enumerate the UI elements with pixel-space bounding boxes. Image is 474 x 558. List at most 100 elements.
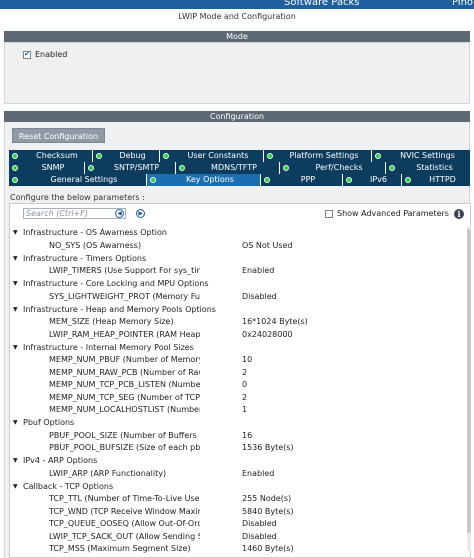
parameter-value[interactable]: Disabled [200, 532, 277, 541]
parameter-value[interactable]: 255 Node(s) [200, 494, 291, 503]
parameter-group[interactable]: ▼ Infrastructure - Core Locking and MPU O… [10, 277, 465, 290]
parameter-row[interactable]: MEM_SIZE (Heap Memory Size) 16*1024 Byte(… [10, 316, 465, 329]
parameter-value[interactable]: 2 [200, 393, 247, 402]
parameter-value[interactable]: Disabled [200, 292, 277, 301]
tab-key-options[interactable]: Key Options [147, 174, 261, 186]
parameter-group-title: IPv4 - ARP Options [23, 456, 98, 465]
parameter-group[interactable]: ▼ Infrastructure - OS Awarness Option [10, 226, 465, 239]
tab-platform-settings[interactable]: Platform Settings [264, 150, 372, 162]
parameter-name: LWIP_TIMERS (Use Support For sys_timeout… [49, 266, 200, 276]
reset-configuration-button[interactable]: Reset Configuration [12, 128, 105, 143]
parameter-row[interactable]: LWIP_TIMERS (Use Support For sys_timeout… [10, 265, 465, 278]
expand-arrow-icon[interactable]: ▼ [13, 483, 19, 490]
parameter-group[interactable]: ▼ Pbuf Options [10, 416, 465, 429]
parameter-row[interactable]: TCP_MSS (Maximum Segment Size) 1460 Byte(… [10, 543, 465, 556]
parameter-name: MEMP_NUM_TCP_SEG (Number of TCP Segm... [49, 392, 200, 402]
parameter-value[interactable]: 10 [200, 355, 252, 364]
parameter-name: MEMP_NUM_TCP_PCB_LISTEN (Number of Lis..… [49, 380, 200, 390]
tab-nvic-settings[interactable]: NVIC Settings [372, 150, 471, 162]
parameter-name: LWIP_ARP (ARP Functionality) [49, 468, 167, 478]
tab-mdns-tftp[interactable]: MDNS/TFTP [176, 162, 280, 174]
expand-arrow-icon[interactable]: ▼ [13, 255, 19, 262]
search-input[interactable] [23, 208, 126, 219]
tab-sntp-smtp[interactable]: SNTP/SMTP [85, 162, 176, 174]
parameter-name: MEMP_NUM_LOCALHOSTLIST (Number of Hos... [49, 405, 200, 415]
enabled-label: Enabled [35, 50, 68, 59]
tab-httpd[interactable]: HTTPD [402, 174, 471, 186]
parameter-name: LWIP_TCP_SACK_OUT (Allow Sending Selecti… [49, 531, 200, 541]
tab-row-2: SNMP SNTP/SMTP MDNS/TFTP Perf/Checks Sta… [9, 162, 471, 174]
expand-arrow-icon[interactable]: ▼ [13, 419, 19, 426]
enabled-row[interactable]: ✔ Enabled [23, 50, 67, 59]
parameter-row[interactable]: MEMP_NUM_PBUF (Number of Memory Pool st.… [10, 354, 465, 367]
expand-arrow-icon[interactable]: ▼ [13, 280, 19, 287]
parameter-value[interactable]: 2 [200, 368, 247, 377]
parameter-row[interactable]: MEMP_NUM_LOCALHOSTLIST (Number of Hos...… [10, 404, 465, 417]
tab-statistics[interactable]: Statistics [386, 162, 471, 174]
parameter-value[interactable]: 1 [200, 405, 247, 414]
parameter-value[interactable]: Disabled [200, 519, 277, 528]
expand-arrow-icon[interactable]: ▼ [13, 229, 19, 236]
show-advanced-checkbox[interactable] [325, 209, 333, 218]
parameter-group[interactable]: ▼ Infrastructure - Internal Memory Pool S… [10, 341, 465, 354]
parameter-name: TCP_QUEUE_OOSEQ (Allow Out-Of-Order Inco… [49, 519, 200, 529]
parameter-value[interactable]: 16 [200, 431, 252, 440]
parameter-value[interactable]: 5840 Byte(s) [200, 507, 294, 516]
scrollbar-thumb[interactable] [467, 229, 471, 533]
tab-checksum[interactable]: Checksum [9, 150, 93, 162]
tab-debug[interactable]: Debug [93, 150, 160, 162]
status-dot-icon [389, 165, 395, 171]
parameter-name: MEMP_NUM_PBUF (Number of Memory Pool st.… [49, 355, 200, 365]
parameter-value[interactable]: 0 [200, 380, 247, 389]
software-packs-menu[interactable]: Software Packs [284, 0, 359, 8]
tab-ppp[interactable]: PPP [261, 174, 343, 186]
parameter-name: TCP_MSS (Maximum Segment Size) [49, 544, 191, 554]
parameter-row[interactable]: PBUF_POOL_SIZE (Number of Buffers in the… [10, 429, 465, 442]
parameter-row[interactable]: LWIP_TCP_SACK_OUT (Allow Sending Selecti… [10, 530, 465, 543]
expand-arrow-icon[interactable]: ▼ [13, 457, 19, 464]
parameter-group-title: Infrastructure - Heap and Memory Pools O… [23, 304, 216, 314]
pinout-label: Pino [452, 0, 474, 8]
tab-user-constants[interactable]: User Constants [160, 150, 264, 162]
parameter-value[interactable]: 1536 Byte(s) [200, 443, 294, 452]
parameter-row[interactable]: MEMP_NUM_TCP_PCB_LISTEN (Number of Lis..… [10, 379, 465, 392]
parameter-row[interactable]: TCP_QUEUE_OOSEQ (Allow Out-Of-Order Inco… [10, 518, 465, 531]
parameter-value[interactable]: 16*1024 Byte(s) [200, 317, 308, 326]
parameter-row[interactable]: MEMP_NUM_TCP_SEG (Number of TCP Segm...2 [10, 391, 465, 404]
parameter-scrollbar[interactable] [467, 226, 471, 551]
show-advanced-parameters[interactable]: Show Advanced Parameters [325, 209, 449, 218]
parameter-value[interactable]: OS Not Used [200, 241, 293, 250]
parameter-value[interactable]: Enabled [200, 469, 274, 478]
tab-snmp[interactable]: SNMP [9, 162, 85, 174]
parameter-row[interactable]: TCP_TTL (Number of Time-To-Live Used by … [10, 493, 465, 506]
parameter-row[interactable]: TCP_WND (TCP Receive Window Maximum Size… [10, 505, 465, 518]
parameter-row[interactable]: LWIP_RAM_HEAP_POINTER (RAM Heap Point...… [10, 328, 465, 341]
parameter-row[interactable]: NO_SYS (OS Awarness) OS Not Used [10, 239, 465, 252]
parameter-group[interactable]: ▼ Callback - TCP Options [10, 480, 465, 493]
parameter-value[interactable]: 1460 Byte(s) [200, 544, 294, 553]
parameters-panel: ◀ ▶ Show Advanced Parameters i ▼ Infrastr… [9, 203, 471, 558]
parameter-group[interactable]: ▼ Infrastructure - Heap and Memory Pools … [10, 303, 465, 316]
expand-arrow-icon[interactable]: ▼ [13, 306, 19, 313]
pinout-menu[interactable]: Pino [452, 0, 473, 8]
parameter-row[interactable]: LWIP_ARP (ARP Functionality) Enabled [10, 467, 465, 480]
parameter-group[interactable]: ▼ Infrastructure - Timers Options [10, 252, 465, 265]
search-next-icon[interactable]: ▶ [136, 209, 145, 218]
parameter-group[interactable]: ▼ IPv4 - ARP Options [10, 454, 465, 467]
top-menu-bar: Software Packs Pino [0, 0, 474, 9]
tab-general-settings[interactable]: General Settings [9, 174, 147, 186]
parameter-row[interactable]: SYS_LIGHTWEIGHT_PROT (Memory Functions..… [10, 290, 465, 303]
status-dot-icon [12, 165, 18, 171]
tab-ipv6[interactable]: IPv6 [343, 174, 402, 186]
info-icon[interactable]: i [454, 209, 464, 219]
window-title: LWIP Mode and Configuration [178, 12, 296, 21]
enabled-checkbox[interactable]: ✔ [23, 50, 31, 59]
parameter-row[interactable]: PBUF_POOL_BUFSIZE (Size of each pbuf in … [10, 442, 465, 455]
status-dot-icon [405, 177, 411, 183]
parameter-value[interactable]: Enabled [200, 266, 274, 275]
parameter-row[interactable]: MEMP_NUM_RAW_PCB (Number of Raw Proto...… [10, 366, 465, 379]
expand-arrow-icon[interactable]: ▼ [13, 344, 19, 351]
tab-perf-checks[interactable]: Perf/Checks [280, 162, 386, 174]
search-previous-icon[interactable]: ◀ [115, 209, 124, 218]
parameter-value[interactable]: 0x24028000 [200, 330, 293, 339]
